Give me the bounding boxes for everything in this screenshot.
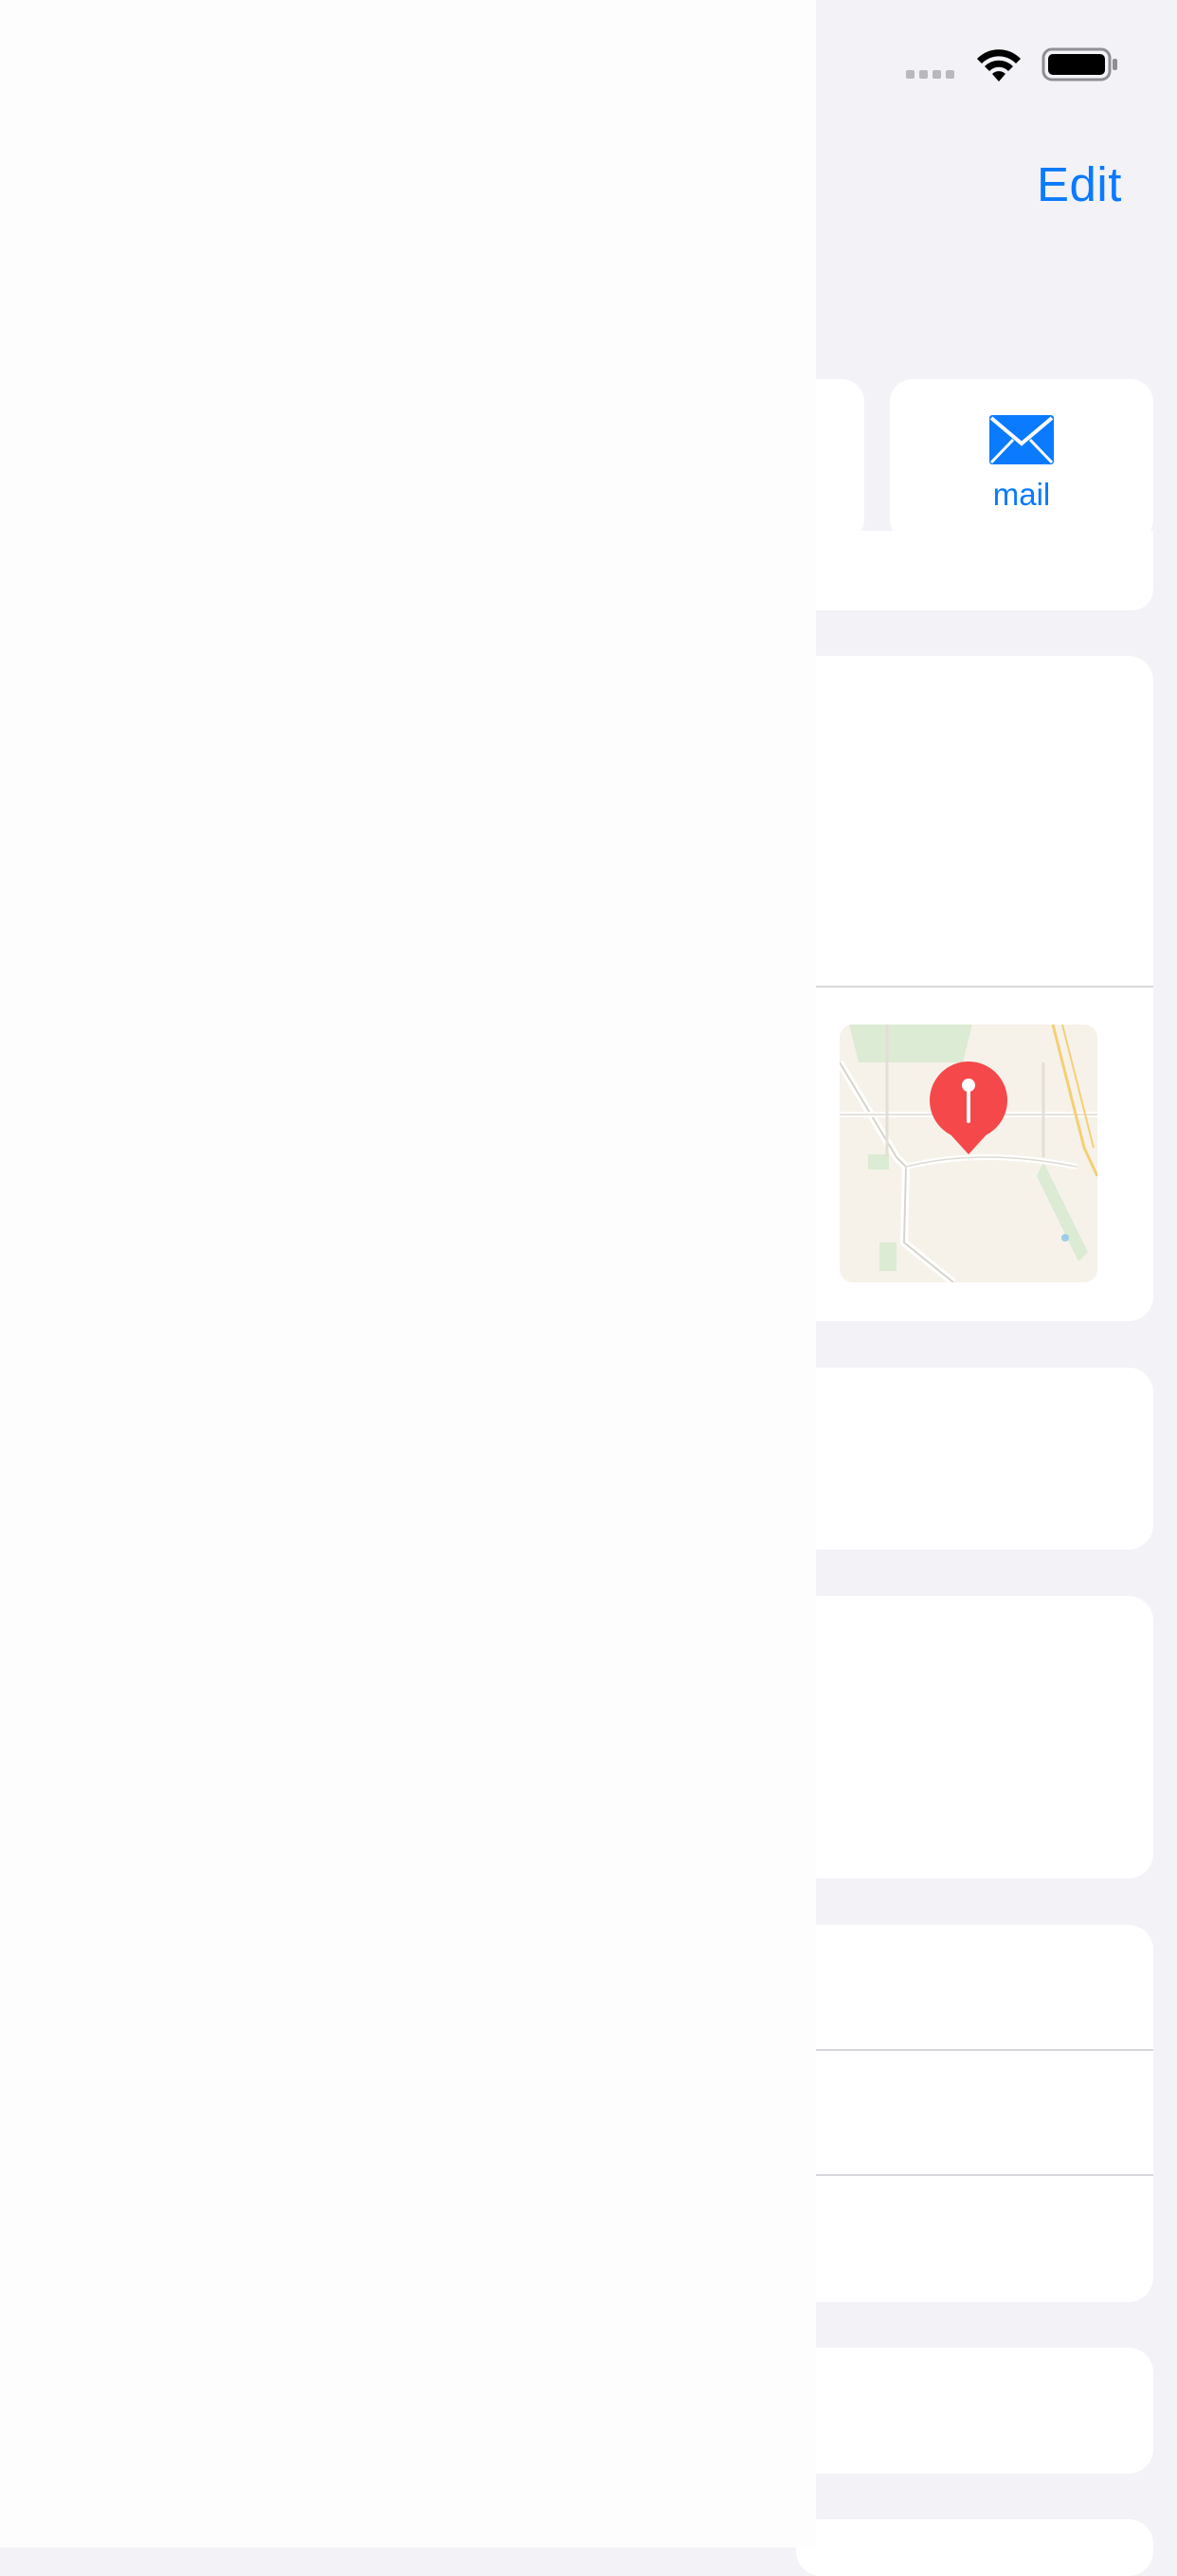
status-bar [816,38,1177,85]
info-card [796,531,1153,610]
battery-icon [1041,47,1117,82]
mail-button-label: mail [992,477,1051,512]
mail-icon [989,415,1054,464]
edit-button[interactable]: Edit [1037,156,1122,212]
map-thumbnail[interactable] [840,1025,1097,1282]
divider [816,986,1153,988]
cellular-signal-icon [906,70,954,79]
divider [816,2174,1153,2176]
info-card [796,1925,1153,2302]
overlay-panel [0,0,816,2548]
wifi-icon [977,49,1021,82]
info-card [796,2348,1153,2474]
map-icon [840,1025,1097,1282]
mail-button[interactable]: mail [890,379,1153,542]
info-card [796,1368,1153,1550]
divider [816,2049,1153,2051]
info-card [796,1596,1153,1878]
info-card [796,2519,1153,2576]
